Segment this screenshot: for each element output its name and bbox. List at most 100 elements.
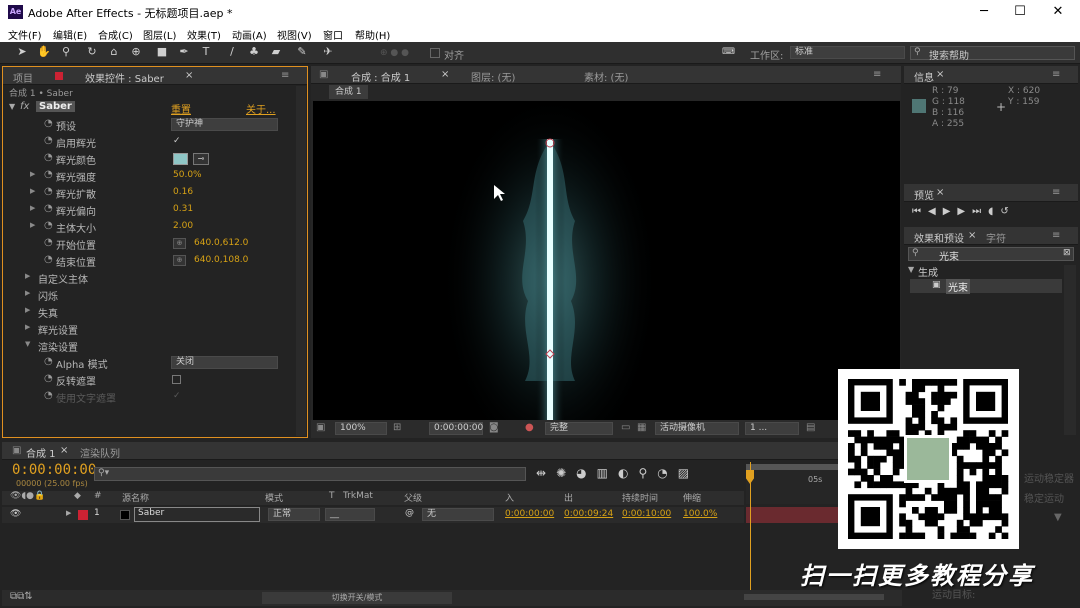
rectangle-tool-icon[interactable]: ■ (155, 45, 169, 59)
col-out[interactable]: 出 (564, 491, 573, 504)
panel-menu-icon[interactable]: ≡ (1052, 69, 1060, 80)
panel-menu-icon[interactable]: ≡ (1052, 187, 1060, 198)
group-custom-core[interactable]: ▶ 自定义主体 (3, 270, 303, 287)
expand-triangle-icon[interactable]: ▶ (66, 509, 71, 517)
stopwatch-icon[interactable]: ◔ (44, 186, 53, 197)
menu-composition[interactable]: 合成(C) (98, 27, 133, 42)
stopwatch-icon[interactable]: ◔ (44, 135, 53, 146)
reset-link[interactable]: 重置 (171, 101, 191, 116)
menu-layer[interactable]: 图层(L) (143, 27, 176, 42)
core-size-value[interactable]: 2.00 (173, 221, 193, 231)
start-position-value[interactable]: 640.0,612.0 (194, 238, 248, 248)
effect-name[interactable]: Saber (36, 101, 75, 112)
panel-menu-icon[interactable]: ≡ (873, 69, 881, 80)
graph-editor-icon[interactable]: ⚲ (638, 466, 657, 480)
expand-triangle-icon[interactable]: ▶ (30, 204, 35, 212)
col-duration[interactable]: 持续时间 (622, 491, 658, 504)
stopwatch-icon[interactable]: ◔ (44, 356, 53, 367)
layer-stretch[interactable]: 100.0% (683, 509, 717, 519)
parent-dropdown[interactable]: 无 (422, 508, 494, 521)
crosshair-icon[interactable]: ⊕ (173, 238, 186, 249)
col-parent[interactable]: 父级 (404, 491, 422, 504)
tab-effects-presets[interactable]: 效果和预设 (914, 230, 964, 245)
minimize-button[interactable]: ─ (966, 2, 1002, 22)
tab-render-queue[interactable]: 渲染队列 (80, 445, 120, 460)
menu-edit[interactable]: 编辑(E) (53, 27, 87, 42)
stopwatch-icon[interactable]: ◔ (44, 254, 53, 265)
brainstorm-icon[interactable]: ◔ (657, 466, 677, 480)
menu-animation[interactable]: 动画(A) (232, 27, 267, 42)
menu-effect[interactable]: 效果(T) (187, 27, 221, 42)
selection-tool-icon[interactable]: ➤ (15, 45, 29, 59)
transparency-grid-icon[interactable]: ▦ (637, 422, 646, 433)
effect-panel-scrollbar[interactable] (296, 86, 306, 436)
glow-color-swatch[interactable] (173, 153, 188, 165)
stopwatch-icon[interactable]: ◔ (44, 220, 53, 231)
viewer-lock-icon[interactable]: ▣ (319, 69, 328, 80)
stopwatch-icon[interactable]: ◔ (44, 373, 53, 384)
layer-mode-dropdown[interactable]: 正常 (268, 508, 320, 521)
zoom-dropdown[interactable]: 100% (335, 422, 387, 435)
footer-icons[interactable]: ⧉⧉⇅ (10, 591, 33, 602)
eraser-tool-icon[interactable]: ▰ (269, 45, 283, 59)
brush-tool-icon[interactable]: / (225, 45, 239, 59)
col-trkmat[interactable]: TrkMat (343, 491, 373, 501)
preset-dropdown[interactable]: 守护神 (171, 118, 278, 131)
keyboard-icon[interactable]: ⌨ (722, 47, 735, 57)
first-frame-icon[interactable]: ⏮ (912, 206, 928, 217)
pen-tool-icon[interactable]: ✒ (177, 45, 191, 59)
end-position-value[interactable]: 640.0,108.0 (194, 255, 248, 265)
layer-out-time[interactable]: 0:00:09:24 (564, 509, 613, 519)
tab-preview[interactable]: 预览 (914, 187, 934, 202)
tracker-stabilize[interactable]: 稳定运动 (1024, 490, 1064, 505)
col-t[interactable]: T (329, 491, 335, 501)
workspace-dropdown[interactable]: 标准 (790, 46, 905, 59)
expand-triangle-icon[interactable]: ▶ (30, 221, 35, 229)
menu-window[interactable]: 窗口 (323, 27, 343, 42)
resolution-dropdown[interactable]: 完整 (545, 422, 613, 435)
audio-icon[interactable]: ◖ (988, 206, 1000, 217)
stopwatch-icon[interactable]: ◔ (44, 169, 53, 180)
about-link[interactable]: 关于... (246, 101, 276, 116)
close-tab-icon[interactable]: × (968, 230, 976, 241)
snapshot-icon[interactable]: ◙ (489, 422, 499, 433)
toggle-pixel-icon[interactable]: ▤ (806, 422, 815, 433)
loop-icon[interactable]: ↺ (1000, 206, 1015, 217)
motion-blur-icon[interactable]: ◐ (618, 466, 638, 480)
tracker-smoother[interactable]: 运动稳定器 (1024, 470, 1074, 485)
region-icon[interactable]: ▭ (621, 422, 630, 433)
zoom-slider[interactable] (744, 594, 884, 600)
tab-info[interactable]: 信息 (914, 69, 934, 84)
glow-bias-value[interactable]: 0.31 (173, 204, 193, 214)
rotate-tool-icon[interactable]: ↻ (85, 45, 99, 59)
tab-effect-controls[interactable]: 效果控件 : Saber (85, 70, 164, 85)
effect-item-row[interactable]: ▣ 光束 (910, 279, 1062, 294)
crosshair-icon[interactable]: ⊕ (173, 255, 186, 266)
timecode-field[interactable]: 0:00:00:00 (429, 422, 483, 435)
menu-help[interactable]: 帮助(H) (355, 27, 390, 42)
camera-tool-icon[interactable]: ⌂ (107, 45, 121, 59)
panel-menu-icon[interactable]: ≡ (281, 70, 289, 81)
snap-checkbox[interactable] (430, 48, 440, 58)
expand-triangle-icon[interactable]: ▼ (9, 102, 15, 111)
menu-file[interactable]: 文件(F) (8, 27, 42, 42)
help-search-field[interactable]: ⚲ 搜索帮助 (910, 46, 1075, 62)
layer-label-color[interactable] (78, 510, 88, 520)
tab-character[interactable]: 字符 (986, 230, 1006, 245)
composition-viewer[interactable] (313, 101, 900, 420)
roto-brush-tool-icon[interactable]: ✎ (295, 45, 309, 59)
layer-in-time[interactable]: 0:00:00:00 (505, 509, 554, 519)
group-flicker[interactable]: ▶ 闪烁 (3, 287, 303, 304)
eyedropper-icon[interactable]: ⊸ (193, 153, 209, 165)
menu-view[interactable]: 视图(V) (277, 27, 312, 42)
tab-footage[interactable]: 素材: (无) (584, 69, 628, 84)
expand-triangle-icon[interactable]: ▶ (25, 306, 30, 314)
tab-project[interactable]: 项目 (13, 70, 33, 85)
comp-subtab[interactable]: 合成 1 (329, 85, 368, 99)
last-frame-icon[interactable]: ⏭ (972, 206, 988, 217)
enable-glow-checkbox[interactable]: ✓ (173, 136, 181, 146)
group-glow-settings[interactable]: ▶ 辉光设置 (3, 321, 303, 338)
clone-stamp-tool-icon[interactable]: ♣ (247, 45, 261, 59)
tab-timeline[interactable]: 合成 1 (26, 445, 56, 460)
panel-menu-icon[interactable]: ≡ (1052, 230, 1060, 241)
